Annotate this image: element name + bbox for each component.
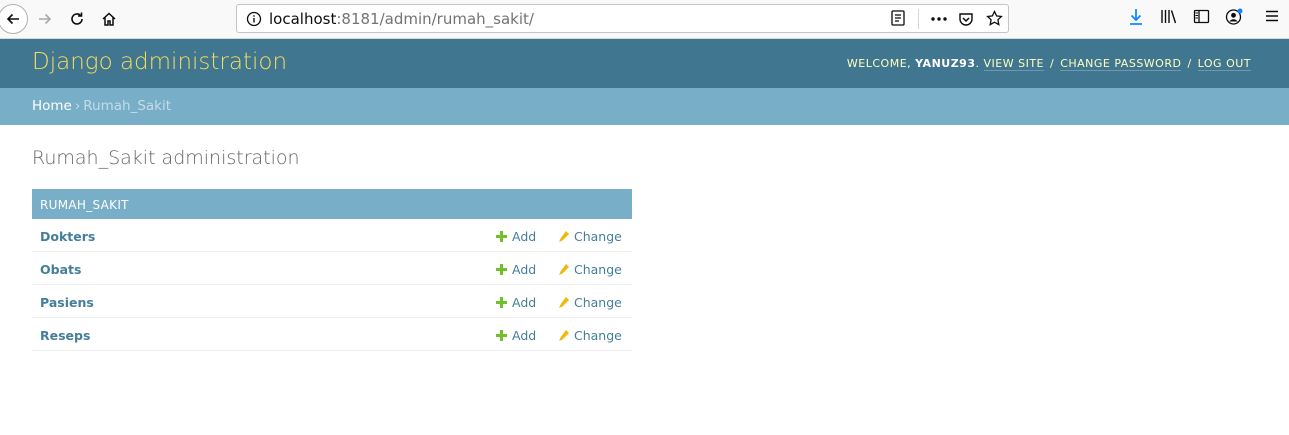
change-label: Change xyxy=(574,328,622,343)
pencil-icon xyxy=(559,264,569,275)
hamburger-menu-icon[interactable] xyxy=(1264,8,1280,24)
download-icon[interactable] xyxy=(1128,8,1144,26)
change-password-link[interactable]: CHANGE PASSWORD xyxy=(1060,57,1182,71)
home-button[interactable] xyxy=(95,5,123,33)
model-link-obats[interactable]: Obats xyxy=(40,262,81,277)
app-module: RUMAH_SAKIT Dokters Add Change Obats Add… xyxy=(32,189,632,351)
user-tools: WELCOME, YANUZ93. VIEW SITE / CHANGE PAS… xyxy=(846,57,1251,71)
back-button[interactable] xyxy=(0,4,28,34)
add-label: Add xyxy=(512,229,537,244)
module-caption[interactable]: RUMAH_SAKIT xyxy=(32,189,632,219)
pencil-icon xyxy=(559,297,569,308)
welcome-period: . xyxy=(975,57,984,70)
pocket-icon[interactable] xyxy=(958,11,974,27)
table-row: Dokters Add Change xyxy=(32,219,632,252)
forward-button[interactable] xyxy=(31,5,59,33)
pencil-icon xyxy=(559,330,569,341)
url-bar[interactable]: localhost:8181/admin/rumah_sakit/ xyxy=(236,4,1009,33)
info-icon[interactable] xyxy=(246,11,262,27)
separator: / xyxy=(1183,57,1196,70)
more-actions-icon[interactable] xyxy=(930,11,948,27)
add-label: Add xyxy=(512,262,537,277)
reload-icon xyxy=(71,12,83,25)
change-label: Change xyxy=(574,229,622,244)
change-button[interactable]: Change xyxy=(558,295,622,310)
add-button[interactable]: Add xyxy=(496,229,536,244)
change-button[interactable]: Change xyxy=(558,262,622,277)
breadcrumb-arrow: › xyxy=(74,98,81,114)
breadcrumb-current: Rumah_Sakit xyxy=(83,98,172,114)
pencil-icon xyxy=(559,231,569,242)
change-label: Change xyxy=(574,295,622,310)
view-site-link[interactable]: VIEW SITE xyxy=(983,57,1044,71)
welcome-text: WELCOME, xyxy=(846,57,916,70)
add-button[interactable]: Add xyxy=(496,295,536,310)
add-button[interactable]: Add xyxy=(496,328,536,343)
plus-icon xyxy=(496,297,507,308)
url-host: localhost xyxy=(269,10,337,28)
sidebar-icon[interactable] xyxy=(1193,8,1210,25)
url-path: :8181/admin/rumah_sakit/ xyxy=(336,10,534,28)
add-label: Add xyxy=(512,295,537,310)
plus-icon xyxy=(496,231,507,242)
add-button[interactable]: Add xyxy=(496,262,536,277)
log-out-link[interactable]: LOG OUT xyxy=(1197,57,1251,71)
model-link-pasiens[interactable]: Pasiens xyxy=(40,295,94,310)
library-icon[interactable] xyxy=(1160,8,1178,25)
add-label: Add xyxy=(512,328,537,343)
breadcrumb-home-link[interactable]: Home xyxy=(32,98,72,114)
breadcrumb: Home › Rumah_Sakit xyxy=(0,88,1289,125)
plus-icon xyxy=(496,264,507,275)
back-arrow-icon xyxy=(6,13,19,25)
reload-button[interactable] xyxy=(63,5,91,33)
url-divider xyxy=(918,9,919,29)
model-link-dokters[interactable]: Dokters xyxy=(40,229,95,244)
model-link-reseps[interactable]: Reseps xyxy=(40,328,90,343)
home-icon xyxy=(102,12,116,26)
table-row: Obats Add Change xyxy=(32,252,632,285)
site-branding[interactable]: Django administration xyxy=(32,49,287,75)
username: YANUZ93 xyxy=(915,57,976,70)
change-button[interactable]: Change xyxy=(558,229,622,244)
table-row: Reseps Add Change xyxy=(32,318,632,351)
separator: / xyxy=(1046,57,1059,70)
page-title: Rumah_Sakit administration xyxy=(32,147,300,169)
change-label: Change xyxy=(574,262,622,277)
plus-icon xyxy=(496,330,507,341)
reader-view-icon[interactable] xyxy=(890,9,906,27)
table-row: Pasiens Add Change xyxy=(32,285,632,318)
forward-arrow-icon xyxy=(39,13,52,25)
change-button[interactable]: Change xyxy=(558,328,622,343)
browser-toolbar: localhost:8181/admin/rumah_sakit/ xyxy=(0,0,1289,39)
admin-header: Django administration WELCOME, YANUZ93. … xyxy=(0,39,1289,88)
bookmark-star-icon[interactable] xyxy=(986,10,1003,27)
account-icon[interactable] xyxy=(1225,8,1244,26)
url-text[interactable]: localhost:8181/admin/rumah_sakit/ xyxy=(269,10,534,28)
